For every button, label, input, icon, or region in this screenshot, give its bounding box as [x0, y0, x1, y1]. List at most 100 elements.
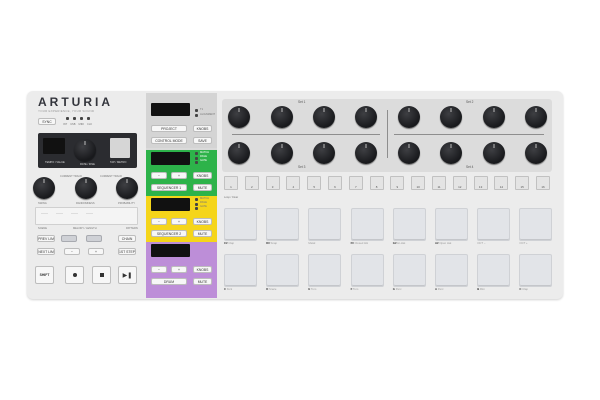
step-button-3[interactable]: 3 [265, 176, 280, 190]
drum-mute-button[interactable]: MUTE [193, 278, 212, 285]
touch-strip[interactable] [35, 207, 138, 225]
step-button-8[interactable]: 8 [369, 176, 384, 190]
step-button-16[interactable]: 16 [536, 176, 550, 190]
first-step-button[interactable]: 1ST STEP [118, 248, 136, 255]
dark-button[interactable] [61, 235, 77, 242]
step-button-10[interactable]: 10 [411, 176, 426, 190]
drum-pad-2[interactable] [266, 208, 300, 241]
drum-pad-11[interactable] [308, 254, 342, 287]
drum-pad-3[interactable] [308, 208, 342, 241]
drum-pad-14[interactable] [435, 254, 468, 287]
step-button-11[interactable]: 11 [432, 176, 446, 190]
seq2-minus-button[interactable]: − [151, 218, 167, 225]
drum-pad-1[interactable] [224, 208, 257, 241]
play-pause-button[interactable]: ▶❚ [118, 266, 137, 284]
save-button[interactable]: SAVE [193, 137, 212, 144]
step-number: 8 [375, 185, 378, 189]
oct-down-button[interactable]: − [64, 248, 80, 255]
drum-pad-7[interactable] [477, 208, 511, 241]
drum-pad-16[interactable] [519, 254, 553, 287]
encoder-knob-13[interactable] [398, 142, 420, 164]
step-button-7[interactable]: 7 [348, 176, 363, 190]
drum-plus-button[interactable]: + [171, 266, 187, 273]
drum-pad-12[interactable] [350, 254, 384, 287]
stop-button[interactable] [92, 266, 111, 284]
step-button-6[interactable]: 6 [328, 176, 342, 190]
led [195, 156, 198, 160]
seq1-knobs-button[interactable]: KNOBS [193, 172, 212, 179]
drum-pad-9[interactable] [224, 254, 257, 287]
shift-button[interactable]: SHIFT [35, 266, 54, 284]
prev-lim-button[interactable]: PREV LIM [37, 235, 55, 242]
dark-button[interactable] [86, 235, 102, 242]
pad-name: Rim [479, 287, 485, 291]
project-button[interactable]: PROJECT [151, 125, 187, 132]
pad-name: Metal [308, 241, 316, 245]
seq2-plus-button[interactable]: + [171, 218, 187, 225]
sequencer1-button[interactable]: SEQUENCER 1 [151, 184, 187, 191]
current-track-label: CURRENT TRACK [60, 175, 83, 178]
step-button-5[interactable]: 5 [307, 176, 322, 190]
encoder-knob-3[interactable] [313, 106, 335, 128]
encoder-knob-10[interactable] [271, 142, 293, 164]
drum-knobs-button[interactable]: KNOBS [193, 266, 212, 273]
pad-name: Snare [268, 287, 277, 291]
sync-button[interactable]: SYNC [38, 118, 56, 125]
seq2-knobs-button[interactable]: KNOBS [193, 218, 212, 225]
record-button[interactable] [65, 266, 84, 284]
tap-metro-button[interactable] [110, 138, 130, 158]
encoder-knob-11[interactable] [313, 142, 335, 164]
encoder-knob-6[interactable] [440, 106, 462, 128]
oct-up-button[interactable]: + [88, 248, 104, 255]
drum-pad-8[interactable] [519, 208, 553, 241]
drum-pad-4[interactable] [350, 208, 384, 241]
sequencer2-button[interactable]: SEQUENCER 2 [151, 230, 187, 237]
step-button-14[interactable]: 14 [494, 176, 509, 190]
next-lim-button[interactable]: NEXT LIM [37, 248, 55, 255]
encoder-knob-4[interactable] [355, 106, 377, 128]
led [195, 202, 198, 206]
probability-knob[interactable] [116, 177, 138, 199]
control-mode-button[interactable]: CONTROL MODE [151, 137, 187, 144]
step-button-13[interactable]: 13 [473, 176, 488, 190]
chain-button[interactable]: CHAIN [118, 235, 136, 242]
encoder-knob-7[interactable] [483, 106, 505, 128]
drum-pad-5[interactable] [392, 208, 426, 241]
project-display [151, 103, 190, 116]
led-label: GATE [200, 159, 207, 162]
encoder-knob-12[interactable] [355, 142, 377, 164]
tempo-display [43, 138, 65, 154]
encoder-knob-1[interactable] [228, 106, 250, 128]
step-button-9[interactable]: 9 [390, 176, 405, 190]
swing-knob[interactable] [33, 177, 55, 199]
encoder-knob-8[interactable] [525, 106, 547, 128]
seq1-mute-button[interactable]: MUTE [193, 184, 212, 191]
seq1-minus-button[interactable]: − [151, 172, 167, 179]
main-encoder[interactable] [74, 139, 96, 161]
seq2-mute-button[interactable]: MUTE [193, 230, 212, 237]
drum-pad-6[interactable] [435, 208, 468, 241]
seq1-display [151, 152, 190, 165]
knobs-button[interactable]: KNOBS [193, 125, 212, 132]
encoder-knob-5[interactable] [398, 106, 420, 128]
step-button-15[interactable]: 15 [515, 176, 530, 190]
randomness-knob[interactable] [75, 177, 97, 199]
drum-pad-10[interactable] [266, 254, 300, 287]
encoder-knob-9[interactable] [228, 142, 250, 164]
drum-minus-button[interactable]: − [151, 266, 167, 273]
encoder-knob-2[interactable] [271, 106, 293, 128]
pad-label: A# Open Hat [435, 241, 451, 245]
seq2-display [151, 198, 190, 211]
drum-button[interactable]: DRUM [151, 278, 187, 285]
drum-pad-13[interactable] [392, 254, 426, 287]
step-button-2[interactable]: 2 [244, 176, 259, 190]
led-label: MATCH [200, 197, 210, 200]
step-button-4[interactable]: 4 [286, 176, 301, 190]
step-button-12[interactable]: 12 [452, 176, 467, 190]
encoder-knob-15[interactable] [483, 142, 505, 164]
encoder-knob-16[interactable] [525, 142, 547, 164]
step-button-1[interactable]: 1 [224, 176, 238, 190]
encoder-knob-14[interactable] [440, 142, 462, 164]
seq1-plus-button[interactable]: + [171, 172, 187, 179]
drum-pad-15[interactable] [477, 254, 511, 287]
